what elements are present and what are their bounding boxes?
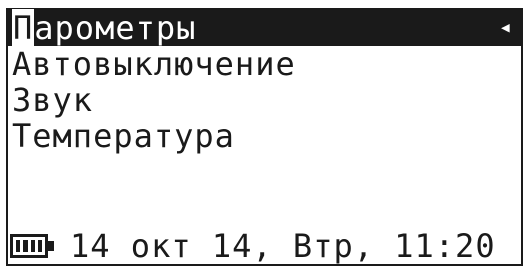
menu-item-label: арометры (34, 9, 197, 47)
battery-segment (30, 240, 35, 252)
menu-item-parameters[interactable]: Парометры ◂ (8, 9, 521, 47)
menu-item-label: Звук (12, 81, 94, 119)
menu-item-temperature[interactable]: Температура (8, 118, 521, 154)
battery-body (10, 234, 48, 258)
left-arrow-icon: ◂ (498, 15, 513, 40)
menu-item-auto-off[interactable]: Автовыключение (8, 46, 521, 82)
battery-segment (37, 240, 42, 252)
menu-item-sound[interactable]: Звук (8, 82, 521, 118)
cursor-letter: П (12, 9, 35, 47)
datetime-display: 14 окт 14, Втр, 11:20 (70, 227, 496, 265)
status-bar: 14 окт 14, Втр, 11:20 (8, 226, 521, 266)
lcd-screen: Парометры ◂ Автовыключение Звук Температ… (0, 0, 529, 272)
battery-segment (23, 240, 28, 252)
menu-item-label: Автовыключение (12, 45, 296, 83)
settings-menu: Парометры ◂ Автовыключение Звук Температ… (8, 9, 521, 154)
battery-icon (10, 234, 54, 258)
battery-tip (48, 241, 54, 251)
battery-segment (16, 240, 21, 252)
menu-item-label: Температура (12, 117, 235, 155)
